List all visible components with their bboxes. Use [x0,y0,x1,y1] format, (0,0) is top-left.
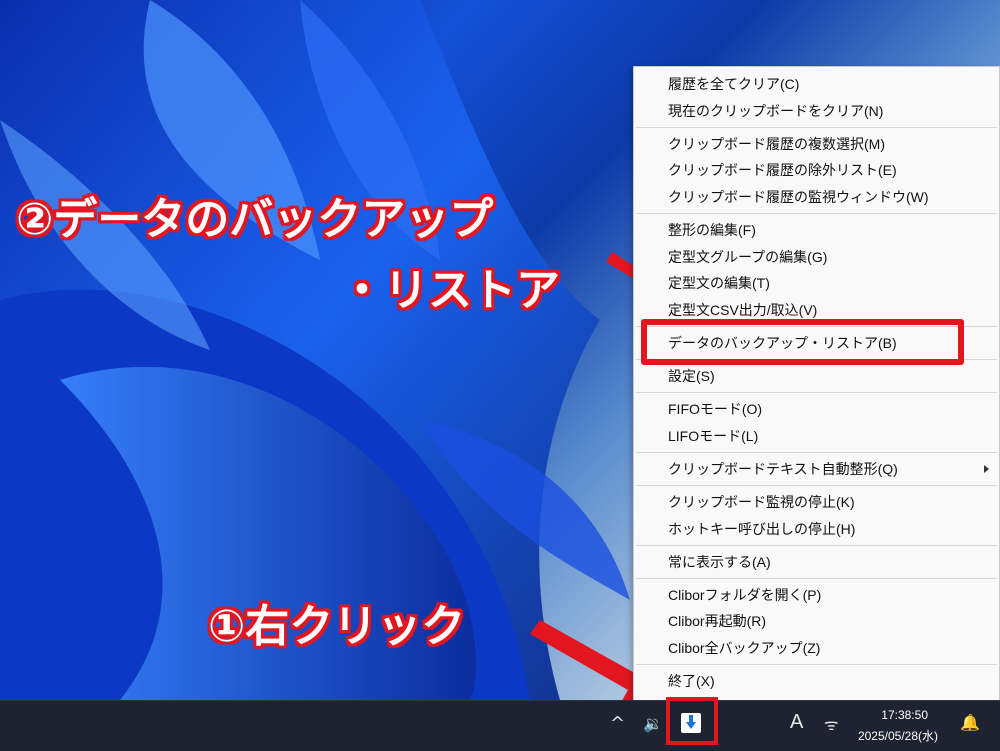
menu-item[interactable]: 定型文の編集(T) [634,270,999,296]
volume-icon[interactable]: 🔉 [643,714,663,733]
menu-item[interactable]: 履歴を全てクリア(C) [634,71,999,97]
menu-item[interactable]: Clibor全バックアップ(Z) [634,635,999,661]
menu-item[interactable]: 終了(X) [634,668,999,694]
menu-separator [636,544,997,546]
menu-item[interactable]: クリップボード履歴の複数選択(M) [634,131,999,157]
menu-item[interactable]: クリップボードテキスト自動整形(Q) [634,456,999,482]
menu-item[interactable]: 常に表示する(A) [634,549,999,575]
context-menu: 履歴を全てクリア(C) 現在のクリップボードをクリア(N) クリップボード履歴の複数… [633,66,1000,702]
menu-item[interactable]: クリップボード監視の停止(K) [634,489,999,515]
menu-item[interactable]: 設定(S) [634,363,999,389]
menu-separator [636,213,997,215]
menu-separator [636,392,997,394]
menu-item[interactable]: Clibor再起動(R) [634,608,999,634]
submenu-arrow-icon [984,464,989,473]
menu-item[interactable]: LIFOモード(L) [634,423,999,449]
menu-item[interactable]: 現在のクリップボードをクリア(N) [634,98,999,124]
clock-date[interactable]: 2025/05/28(水) [858,727,938,744]
menu-separator [636,577,997,579]
menu-item[interactable]: Cliborフォルダを開く(P) [634,582,999,608]
menu-item[interactable]: クリップボード履歴の監視ウィンドウ(W) [634,184,999,210]
menu-item[interactable]: 整形の編集(F) [634,217,999,243]
menu-item[interactable]: FIFOモード(O) [634,396,999,422]
ime-indicator[interactable]: A [790,711,803,734]
menu-separator [636,664,997,666]
menu-item[interactable]: ホットキー呼び出しの停止(H) [634,516,999,542]
highlight-box [641,319,964,365]
taskbar: ^ 🔉 A ᯤ 17:38:50 2025/05/28(水) 🔔 [0,700,1000,751]
menu-separator [636,485,997,487]
clock-time[interactable]: 17:38:50 [881,708,928,722]
tray-chevron-icon[interactable]: ^ [610,713,625,734]
wifi-icon[interactable]: ᯤ [824,713,839,735]
menu-separator [636,126,997,128]
menu-item[interactable]: 定型文グループの編集(G) [634,244,999,270]
tray-highlight-box [666,697,718,745]
notification-icon[interactable]: 🔔 [960,713,980,732]
menu-item[interactable]: クリップボード履歴の除外リスト(E) [634,157,999,183]
menu-separator [636,452,997,454]
